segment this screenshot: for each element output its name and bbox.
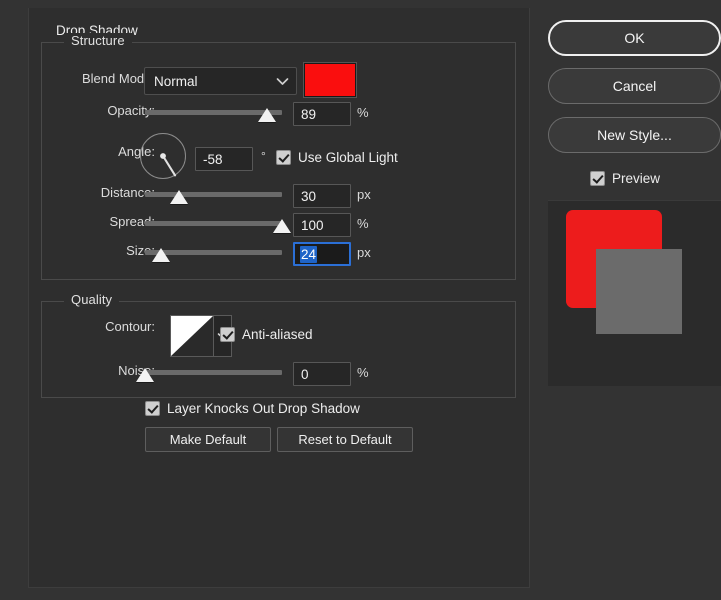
preview-drop-shadow [596, 249, 682, 334]
noise-slider-thumb[interactable] [136, 368, 154, 382]
opacity-label: Opacity: [107, 103, 155, 118]
distance-slider[interactable] [145, 185, 282, 205]
spread-unit: % [357, 216, 369, 231]
opacity-input[interactable]: 89 [293, 102, 351, 126]
spread-input[interactable]: 100 [293, 213, 351, 237]
opacity-label-holder: Opacity: [43, 103, 155, 127]
blend-mode-select[interactable]: Normal [144, 67, 297, 95]
blend-mode-label: Blend Mode: [82, 71, 155, 86]
anti-aliased-label: Anti-aliased [242, 327, 313, 342]
noise-slider-track [145, 370, 282, 375]
chevron-down-icon [273, 77, 291, 86]
spread-value: 100 [301, 217, 324, 233]
angle-dial-icon[interactable] [140, 133, 186, 179]
new-style-button[interactable]: New Style... [548, 117, 721, 153]
reset-to-default-button[interactable]: Reset to Default [277, 427, 413, 452]
distance-value: 30 [301, 188, 317, 204]
opacity-value: 89 [301, 106, 317, 122]
noise-slider[interactable] [136, 363, 282, 383]
layer-knocks-out-label: Layer Knocks Out Drop Shadow [167, 401, 360, 416]
blend-mode-label-holder: Blend Mode: [43, 71, 155, 95]
layer-knocks-out-checkbox[interactable]: Layer Knocks Out Drop Shadow [145, 401, 360, 416]
size-input[interactable]: 24 [293, 242, 351, 266]
drop-shadow-dialog-panel: Drop Shadow Structure Blend Mode: Normal… [28, 8, 530, 588]
opacity-slider[interactable] [145, 103, 282, 123]
angle-value: -58 [203, 151, 223, 167]
spread-slider-thumb[interactable] [273, 219, 291, 233]
checkbox-icon [590, 171, 605, 186]
size-label-holder: Size: [43, 243, 155, 267]
checkbox-icon [145, 401, 160, 416]
blend-mode-value: Normal [154, 73, 198, 89]
preview-checkbox[interactable]: Preview [590, 171, 660, 186]
angle-input[interactable]: -58 [195, 147, 253, 171]
angle-label-holder: Angle: [43, 144, 155, 168]
noise-input[interactable]: 0 [293, 362, 351, 386]
spread-label: Spread: [109, 214, 155, 229]
spread-slider-track [145, 221, 282, 226]
distance-unit: px [357, 187, 371, 202]
structure-group-title: Structure [64, 33, 132, 48]
distance-slider-track [145, 192, 282, 197]
spread-label-holder: Spread: [43, 214, 155, 238]
angle-unit: ° [261, 149, 266, 163]
use-global-light-checkbox[interactable]: Use Global Light [276, 150, 398, 165]
use-global-light-label: Use Global Light [298, 150, 398, 165]
preview-label: Preview [612, 171, 661, 186]
distance-slider-thumb[interactable] [170, 190, 189, 204]
size-slider[interactable] [145, 243, 282, 263]
quality-group-title: Quality [64, 292, 120, 307]
distance-input[interactable]: 30 [293, 184, 351, 208]
checkbox-icon [276, 150, 291, 165]
contour-label-holder: Contour: [43, 319, 155, 343]
cancel-button[interactable]: Cancel [548, 68, 721, 104]
distance-label: Distance: [100, 185, 155, 200]
effect-preview-thumbnail [548, 200, 721, 386]
shadow-color-swatch[interactable] [304, 63, 356, 97]
size-value: 24 [300, 245, 318, 263]
contour-label: Contour: [105, 319, 155, 334]
noise-unit: % [357, 365, 369, 380]
spread-slider[interactable] [145, 214, 291, 234]
contour-linear-icon [171, 316, 214, 356]
size-unit: px [357, 245, 371, 260]
make-default-button[interactable]: Make Default [145, 427, 271, 452]
anti-aliased-checkbox[interactable]: Anti-aliased [220, 327, 313, 342]
opacity-unit: % [357, 105, 369, 120]
size-label: Size: [126, 243, 155, 258]
distance-label-holder: Distance: [43, 185, 155, 209]
size-slider-thumb[interactable] [152, 248, 171, 262]
opacity-slider-thumb[interactable] [257, 108, 276, 122]
noise-value: 0 [301, 366, 309, 382]
ok-button[interactable]: OK [548, 20, 721, 56]
checkbox-icon [220, 327, 235, 342]
